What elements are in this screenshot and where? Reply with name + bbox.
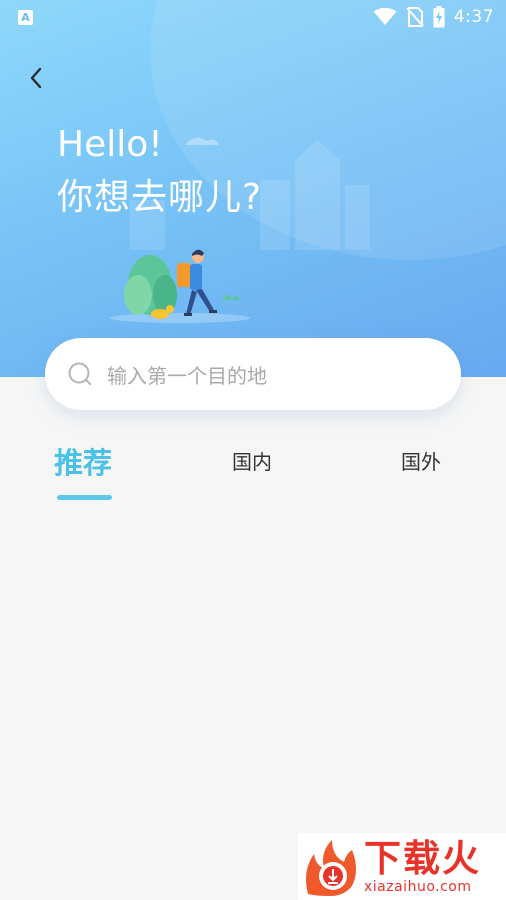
watermark: 下载火 xiazaihuo.com bbox=[298, 833, 506, 900]
chevron-left-icon bbox=[30, 67, 42, 89]
search-icon bbox=[68, 362, 91, 385]
category-tabs: 推荐 国内 国外 bbox=[0, 440, 506, 510]
battery-charging-icon bbox=[433, 6, 445, 28]
flame-logo-icon bbox=[306, 839, 356, 896]
status-bar: A 4:37 bbox=[0, 0, 506, 34]
watermark-url: xiazaihuo.com bbox=[364, 878, 472, 895]
search-placeholder: 输入第一个目的地 bbox=[107, 363, 267, 388]
status-time: 4:37 bbox=[453, 7, 494, 27]
tab-domestic[interactable]: 国内 bbox=[232, 446, 272, 475]
greeting-hello: Hello! bbox=[57, 124, 163, 165]
tab-active-indicator bbox=[57, 495, 112, 500]
destination-search[interactable]: 输入第一个目的地 bbox=[45, 338, 461, 410]
no-sim-icon bbox=[406, 7, 424, 27]
tab-international[interactable]: 国外 bbox=[401, 446, 441, 475]
wifi-icon bbox=[373, 8, 397, 25]
watermark-title: 下载火 bbox=[364, 836, 481, 880]
greeting-question: 你想去哪儿? bbox=[57, 177, 263, 218]
tab-recommended[interactable]: 推荐 bbox=[54, 440, 112, 482]
back-button[interactable] bbox=[22, 62, 50, 94]
app-notification-icon: A bbox=[18, 9, 33, 25]
